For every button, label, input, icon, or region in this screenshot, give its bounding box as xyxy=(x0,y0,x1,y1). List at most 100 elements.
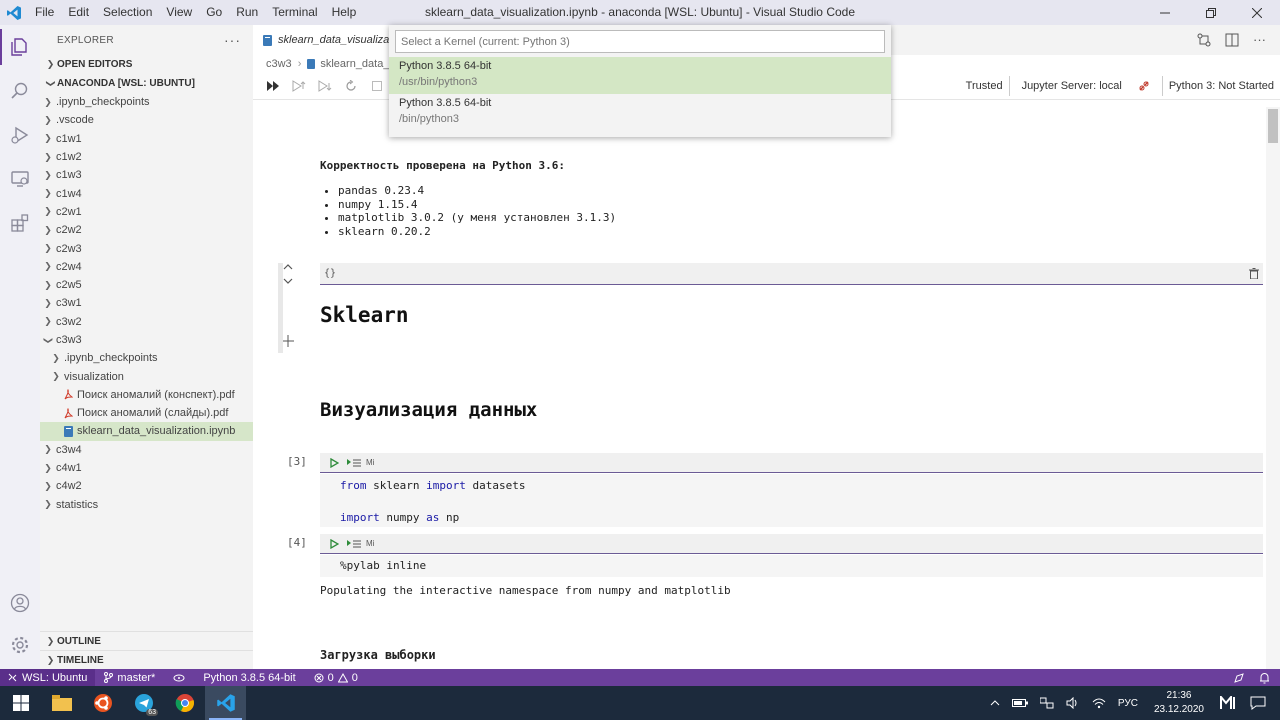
git-branch[interactable]: master* xyxy=(95,672,164,684)
kernel-option[interactable]: Python 3.8.5 64-bit /bin/python3 xyxy=(389,94,891,131)
tree-folder[interactable]: ❯ c1w1 xyxy=(40,130,253,148)
sync-icon[interactable] xyxy=(164,674,194,682)
menu-view[interactable]: View xyxy=(159,0,199,25)
extensions-icon[interactable] xyxy=(0,201,40,245)
ubuntu-icon[interactable] xyxy=(82,686,123,720)
tray-chevron-up-icon[interactable] xyxy=(984,700,1006,706)
volume-icon[interactable] xyxy=(1060,697,1086,709)
run-above-icon[interactable] xyxy=(286,76,312,96)
vscode-taskbar-icon[interactable] xyxy=(205,686,246,720)
timeline-section[interactable]: ❯ TIMELINE xyxy=(40,650,253,669)
network-icon[interactable] xyxy=(1034,697,1060,709)
tree-folder[interactable]: ❯ c1w2 xyxy=(40,148,253,166)
menu-edit[interactable]: Edit xyxy=(61,0,96,25)
tree-folder[interactable]: ❯ c3w3 xyxy=(40,331,253,349)
tree-folder[interactable]: ❯ c3w4 xyxy=(40,441,253,459)
tree-file[interactable]: Поиск аномалий (конспект).pdf xyxy=(40,386,253,404)
cell-type-badge[interactable]: Mi xyxy=(366,539,374,548)
input-language[interactable]: РУС xyxy=(1112,698,1144,709)
wifi-icon[interactable] xyxy=(1086,697,1112,709)
breadcrumb-file[interactable]: sklearn_data_v xyxy=(320,58,395,70)
manage-gear-icon[interactable] xyxy=(0,623,40,667)
minimize-button[interactable] xyxy=(1142,0,1188,25)
code-cell-4[interactable]: %pylab inline xyxy=(320,555,1263,577)
remote-explorer-icon[interactable] xyxy=(0,157,40,201)
tree-folder[interactable]: ❯ c1w4 xyxy=(40,184,253,202)
tree-file[interactable]: sklearn_data_visualization.ipynb xyxy=(40,422,253,441)
action-center-icon[interactable] xyxy=(1244,696,1280,710)
markdown-badge[interactable]: {} xyxy=(324,268,336,279)
remote-indicator[interactable]: WSL: Ubuntu xyxy=(0,669,96,686)
tree-folder[interactable]: ❯ c1w3 xyxy=(40,166,253,184)
jupyter-server-status[interactable]: Jupyter Server: local xyxy=(1010,72,1162,100)
tree-folder[interactable]: ❯ .ipynb_checkpoints xyxy=(40,349,253,367)
feedback-icon[interactable] xyxy=(1233,672,1245,684)
run-and-below-icon[interactable] xyxy=(344,534,364,554)
explorer-icon[interactable] xyxy=(0,25,40,69)
tree-folder[interactable]: ❯ c2w3 xyxy=(40,239,253,257)
menu-terminal[interactable]: Terminal xyxy=(265,0,324,25)
vertical-scrollbar[interactable] xyxy=(1266,107,1280,669)
chrome-icon[interactable] xyxy=(164,686,205,720)
compare-icon[interactable] xyxy=(1197,33,1211,47)
run-below-icon[interactable] xyxy=(312,76,338,96)
tree-file[interactable]: Поиск аномалий (слайды).pdf xyxy=(40,404,253,422)
tree-folder[interactable]: ❯ c3w1 xyxy=(40,294,253,312)
tree-folder[interactable]: ❯ c4w2 xyxy=(40,477,253,495)
python-interpreter[interactable]: Python 3.8.5 64-bit xyxy=(194,672,304,684)
cell-type-badge[interactable]: Mi xyxy=(366,458,374,467)
run-debug-icon[interactable] xyxy=(0,113,40,157)
menu-selection[interactable]: Selection xyxy=(96,0,159,25)
menu-help[interactable]: Help xyxy=(325,0,364,25)
tree-folder[interactable]: ❯ c2w2 xyxy=(40,221,253,239)
split-editor-icon[interactable] xyxy=(1225,33,1239,47)
restore-button[interactable] xyxy=(1188,0,1234,25)
menu-go[interactable]: Go xyxy=(199,0,229,25)
run-cell-icon[interactable] xyxy=(324,453,344,473)
kernel-status[interactable]: Python 3: Not Started xyxy=(1163,72,1280,100)
more-icon[interactable]: ··· xyxy=(1253,33,1266,47)
tab-notebook[interactable]: sklearn_data_visualiza xyxy=(253,25,400,55)
notebook-file-icon xyxy=(62,425,74,437)
tree-folder[interactable]: ❯ c4w1 xyxy=(40,459,253,477)
run-and-below-icon[interactable] xyxy=(344,453,364,473)
account-icon[interactable] xyxy=(0,581,40,625)
battery-icon[interactable] xyxy=(1006,699,1034,707)
warning-count: 0 xyxy=(351,671,358,684)
code-cell-3[interactable]: from sklearn import datasets import nump… xyxy=(320,474,1263,527)
tree-item-label: c1w1 xyxy=(56,132,82,145)
breadcrumb-folder[interactable]: c3w3 xyxy=(266,58,292,70)
file-explorer-icon[interactable] xyxy=(41,686,82,720)
telegram-icon[interactable]: 63 xyxy=(123,686,164,720)
tree-folder[interactable]: ❯ c2w4 xyxy=(40,258,253,276)
search-icon[interactable] xyxy=(0,69,40,113)
delete-cell-icon[interactable] xyxy=(1249,268,1259,279)
interrupt-kernel-icon[interactable] xyxy=(364,76,390,96)
workspace-section[interactable]: ❯ ANACONDA [WSL: UBUNTU] xyxy=(40,74,253,93)
tree-folder[interactable]: ❯ c2w5 xyxy=(40,276,253,294)
kernel-search-input[interactable] xyxy=(395,30,885,53)
restart-kernel-icon[interactable] xyxy=(338,76,364,96)
tree-folder[interactable]: ❯ c3w2 xyxy=(40,313,253,331)
scrollbar-thumb[interactable] xyxy=(1268,109,1278,143)
clock[interactable]: 21:36 23.12.2020 xyxy=(1144,689,1214,717)
open-editors-section[interactable]: ❯ OPEN EDITORS xyxy=(40,55,253,74)
tree-folder[interactable]: ❯ visualization xyxy=(40,367,253,385)
more-actions-icon[interactable]: ··· xyxy=(224,32,241,48)
menu-file[interactable]: File xyxy=(28,0,61,25)
menu-run[interactable]: Run xyxy=(229,0,265,25)
tree-folder[interactable]: ❯ .ipynb_checkpoints xyxy=(40,93,253,111)
run-all-cells-icon[interactable] xyxy=(260,76,286,96)
outline-section[interactable]: ❯ OUTLINE xyxy=(40,631,253,650)
run-cell-icon[interactable] xyxy=(324,534,344,554)
tree-folder[interactable]: ❯ c2w1 xyxy=(40,203,253,221)
windows-start-icon[interactable] xyxy=(0,686,41,720)
tree-folder[interactable]: ❯ statistics xyxy=(40,496,253,514)
kernel-option[interactable]: Python 3.8.5 64-bit /usr/bin/python3 xyxy=(389,57,891,94)
close-window-button[interactable] xyxy=(1234,0,1280,25)
trusted-status[interactable]: Trusted xyxy=(960,72,1009,100)
tree-folder[interactable]: ❯ .vscode xyxy=(40,111,253,129)
mi-app-icon[interactable] xyxy=(1214,696,1244,710)
problems-indicator[interactable]: 0 0 xyxy=(305,672,367,684)
notifications-bell-icon[interactable] xyxy=(1259,672,1270,684)
